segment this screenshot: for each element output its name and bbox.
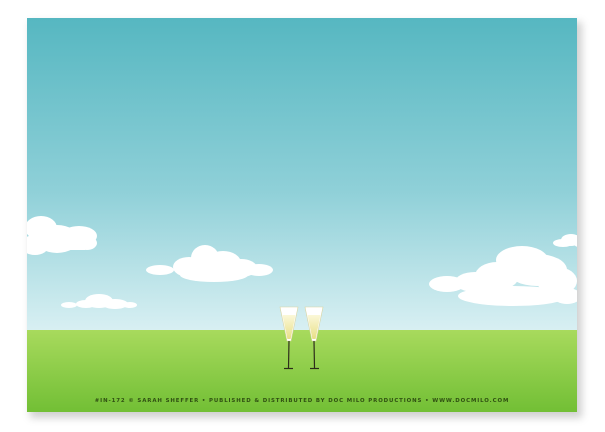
greeting-card: #IN-172 © SARAH SHEFFER • PUBLISHED & DI… (27, 18, 577, 412)
page: #IN-172 © SARAH SHEFFER • PUBLISHED & DI… (0, 0, 605, 432)
landscape-illustration (27, 18, 577, 412)
copyright-credit-line: #IN-172 © SARAH SHEFFER • PUBLISHED & DI… (94, 398, 510, 404)
